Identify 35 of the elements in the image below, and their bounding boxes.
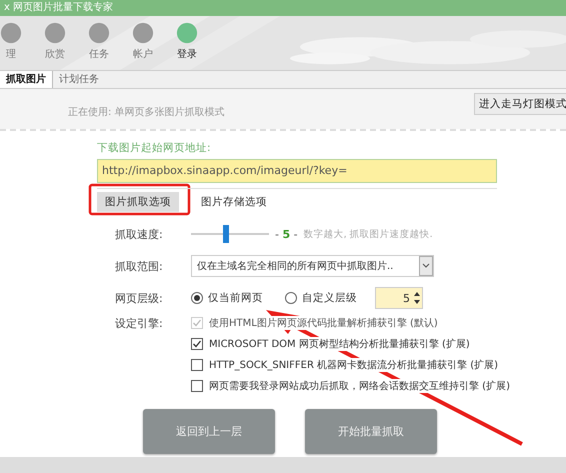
circle-icon <box>88 22 110 44</box>
menu-item[interactable]: 帐户 <box>132 22 154 61</box>
window-title: x 网页图片批量下载专家 <box>4 2 114 13</box>
range-dropdown[interactable]: 仅在主域名完全相同的所有网页中抓取图片.. <box>191 255 434 277</box>
circle-icon <box>176 22 198 44</box>
circle-icon <box>44 22 66 44</box>
caret-icon <box>419 256 433 276</box>
speed-hint: 数字越大, 抓取图片速度越快. <box>304 228 433 240</box>
option-tab[interactable]: 图片存储选项 <box>193 192 275 212</box>
radio-option[interactable]: 自定义层级 <box>285 291 357 305</box>
slider-thumb[interactable] <box>223 225 230 243</box>
circle-icon <box>0 22 22 44</box>
depth-label: 网页层级: <box>115 290 164 306</box>
checkbox[interactable] <box>191 338 203 350</box>
radio-option[interactable]: 仅当前网页 <box>191 291 263 305</box>
url-label: 下载图片起始网页地址: <box>97 141 212 155</box>
menu-item[interactable]: 欣赏 <box>44 22 66 61</box>
radio-button[interactable] <box>191 292 203 304</box>
circle-icon <box>132 22 154 44</box>
tab[interactable]: 抓取图片 <box>0 71 53 88</box>
option-tab[interactable]: 图片抓取选项 <box>97 192 179 212</box>
menu-item[interactable]: 登录 <box>176 22 198 61</box>
menu-item[interactable]: 任务 <box>88 22 110 61</box>
engine-label: 设定引擎: <box>115 316 164 332</box>
checkbox[interactable] <box>191 380 203 392</box>
speed-value: - 5 - <box>275 228 298 240</box>
depth-spinbox[interactable]: 5 <box>375 287 423 309</box>
radio-button[interactable] <box>285 292 297 304</box>
url-field[interactable]: http://imapbox.sinaapp.com/imageurl/?key= <box>97 159 497 183</box>
checkbox[interactable] <box>191 359 203 371</box>
speed-label: 抓取速度: <box>115 226 164 242</box>
menu-item[interactable]: 理 <box>0 22 22 61</box>
tab[interactable]: 计划任务 <box>53 71 105 88</box>
range-label: 抓取范围: <box>115 258 164 274</box>
status-text: 正在使用: 单网页多张图片抓取模式 <box>68 106 225 119</box>
